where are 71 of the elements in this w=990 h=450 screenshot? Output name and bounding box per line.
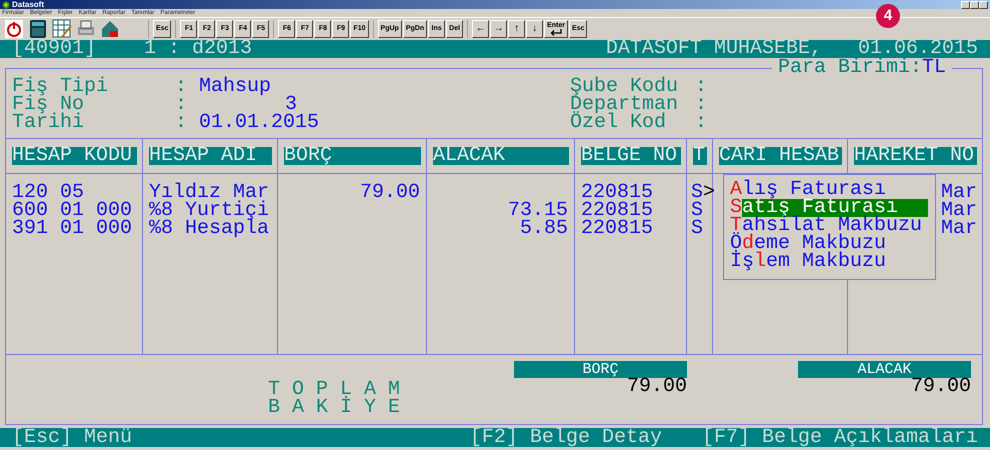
header-period: 1 : d2013 xyxy=(144,40,252,58)
table-cell: Yıldız Mar xyxy=(149,184,270,202)
table-cell: %8 Yurtiçi xyxy=(149,202,270,220)
window-title: Datasoft xyxy=(12,0,44,8)
field-separator: : xyxy=(695,114,708,132)
arrow-key[interactable]: ↓ xyxy=(526,20,544,38)
table-cell: 220815 xyxy=(581,202,654,220)
column-header: BELGE NO xyxy=(581,147,681,165)
table-cell: 220815 xyxy=(581,220,654,238)
header-company: DATASOFT MUHASEBE, xyxy=(606,40,822,58)
column-header: ALACAK xyxy=(433,147,569,165)
footer-hint: [F7] Belge Açıklamaları xyxy=(702,429,978,447)
table-cell: Mar xyxy=(941,184,978,202)
header-code: [40901] xyxy=(12,40,96,58)
close-icon[interactable] xyxy=(979,0,988,8)
total-value: 79.00 xyxy=(626,375,687,398)
return-arrow-icon xyxy=(550,29,562,36)
menu-option[interactable]: Satış Faturası xyxy=(730,199,928,217)
total-header: BORÇ xyxy=(514,361,687,378)
arrow-key[interactable]: → xyxy=(490,20,508,38)
minimize-icon[interactable] xyxy=(961,0,970,8)
currency-label: Para Birimi: xyxy=(778,56,922,79)
field-label: Departman xyxy=(570,96,680,114)
footer-hint: [F2] Belge Detay xyxy=(470,429,662,447)
app-logo-icon xyxy=(2,0,10,8)
column-header: HAREKET NO xyxy=(854,147,977,165)
field-separator: : xyxy=(695,96,708,114)
total-value: 79.00 xyxy=(910,375,971,398)
power-icon[interactable] xyxy=(4,19,24,39)
field-label: Fiş Tipi xyxy=(12,78,110,96)
table-cell-text: 73.15 xyxy=(508,202,569,220)
table-cell: 600 01 000 xyxy=(12,202,132,220)
table-cell: 220815 xyxy=(581,184,654,202)
field-value: Mahsup xyxy=(199,78,272,96)
table-cell: Mar xyxy=(941,220,978,238)
field-label: Fiş No xyxy=(12,96,84,114)
currency-value: TL xyxy=(922,56,946,79)
menu-option[interactable]: Alış Faturası xyxy=(730,181,928,199)
table-cell: S xyxy=(691,220,704,238)
table-cell: 120 05 xyxy=(12,184,84,202)
total-header: ALACAK xyxy=(798,361,971,378)
table-cell: S xyxy=(691,202,704,220)
calculator-icon[interactable] xyxy=(28,19,48,39)
table-cell: %8 Hesapla xyxy=(149,220,270,238)
spreadsheet-icon[interactable] xyxy=(52,19,72,39)
footer-hint: [Esc] Menü xyxy=(12,429,132,447)
field-value: 3 xyxy=(285,96,298,114)
column-header: CARI HESAB xyxy=(719,147,842,165)
field-separator: : xyxy=(175,114,188,132)
header-date: 01.06.2015 xyxy=(858,40,978,58)
maximize-icon[interactable] xyxy=(970,0,979,8)
field-label: Tarihi xyxy=(12,114,86,132)
table-cell-text: 79.00 xyxy=(360,184,421,202)
table-cell: S xyxy=(691,184,704,202)
arrow-key[interactable]: ← xyxy=(472,20,490,38)
arrow-key[interactable]: ↑ xyxy=(508,20,526,38)
table-cell: Mar xyxy=(941,202,978,220)
column-header: HESAP ADI xyxy=(149,147,272,165)
field-separator: : xyxy=(175,96,188,114)
column-header: T xyxy=(693,147,707,165)
column-header: BORÇ xyxy=(284,147,421,165)
table-cell-text: 5.85 xyxy=(520,220,569,238)
field-label: Şube Kodu xyxy=(570,78,680,96)
table-cell: 391 01 000 xyxy=(12,220,132,238)
field-separator: : xyxy=(695,78,708,96)
column-header: HESAP KODU xyxy=(12,147,137,165)
field-separator: : xyxy=(175,78,188,96)
step-badge: 4 xyxy=(876,4,900,28)
house-icon[interactable] xyxy=(100,19,120,39)
field-value: 01.01.2015 xyxy=(199,114,320,132)
row-pointer: > xyxy=(703,184,716,202)
